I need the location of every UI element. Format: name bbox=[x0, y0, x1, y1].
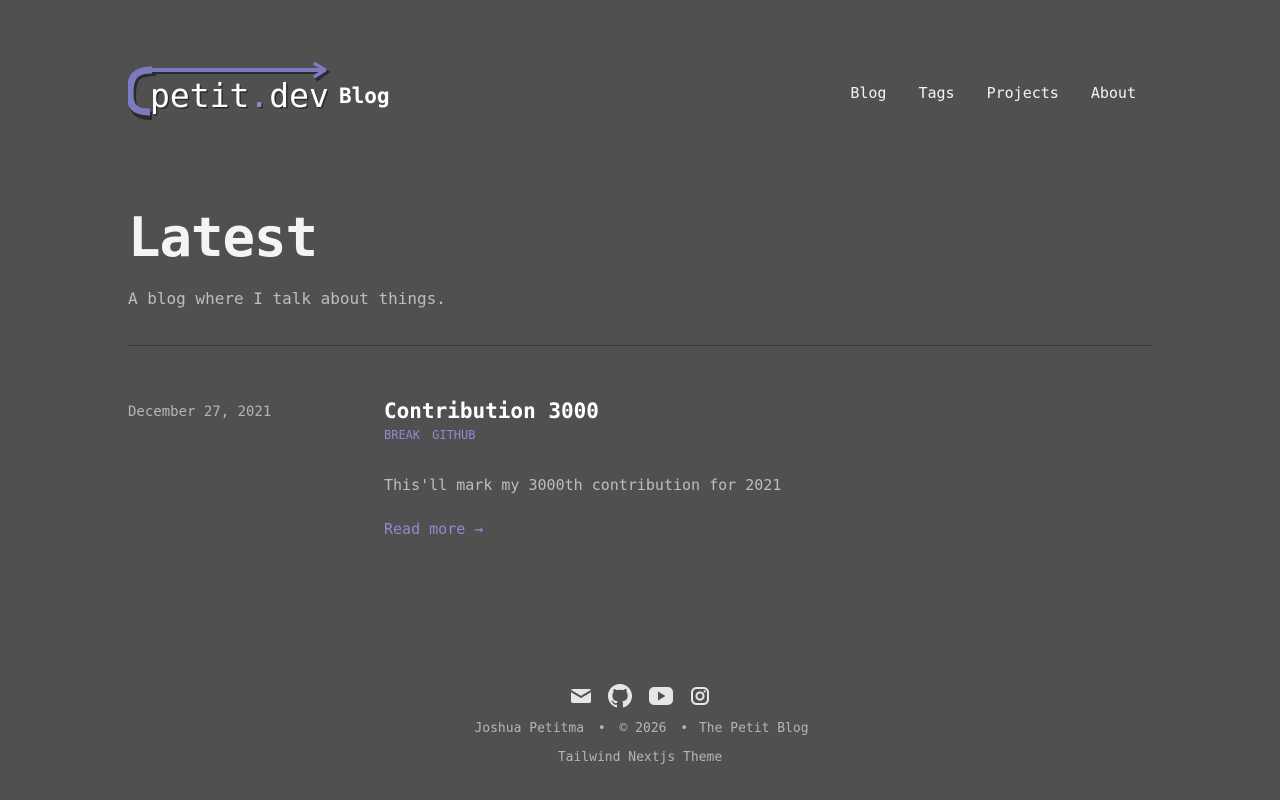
site-title[interactable]: Blog bbox=[339, 84, 390, 108]
footer-blog-link[interactable]: The Petit Blog bbox=[699, 721, 809, 736]
page-subtitle: A blog where I talk about things. bbox=[128, 289, 446, 308]
logo-image: petit.dev petit.dev bbox=[128, 62, 330, 120]
footer-author: Joshua Petitma bbox=[474, 721, 585, 736]
post-date: December 27, 2021 bbox=[128, 404, 272, 420]
page: petit.dev petit.dev Blog Blog Tags Proje… bbox=[0, 0, 1280, 800]
youtube-icon[interactable] bbox=[648, 686, 674, 706]
post-body: Contribution 3000 BREAK GITHUB This'll m… bbox=[384, 396, 1152, 538]
logo-link[interactable]: petit.dev petit.dev bbox=[128, 62, 330, 120]
post-title-link[interactable]: Contribution 3000 bbox=[384, 396, 1152, 426]
social-links bbox=[0, 683, 1280, 709]
hero: Latest A blog where I talk about things. bbox=[128, 205, 1152, 308]
post-summary: This'll mark my 3000th contribution for … bbox=[384, 476, 782, 494]
footer-separator: • bbox=[680, 721, 689, 736]
nav-link-tags[interactable]: Tags bbox=[918, 84, 954, 102]
page-title: Latest bbox=[128, 206, 318, 269]
instagram-icon[interactable] bbox=[690, 686, 710, 706]
tag-github[interactable]: GITHUB bbox=[432, 428, 475, 442]
site-footer: Joshua Petitma • © 2026 • The Petit Blog… bbox=[0, 683, 1280, 765]
theme-link[interactable]: Tailwind Nextjs Theme bbox=[0, 750, 1280, 765]
divider bbox=[128, 345, 1152, 346]
footer-copyright: © 2026 bbox=[619, 721, 667, 736]
footer-separator: • bbox=[597, 721, 606, 736]
site-header: petit.dev petit.dev Blog Blog Tags Proje… bbox=[128, 62, 1152, 122]
nav-link-about[interactable]: About bbox=[1091, 84, 1136, 102]
read-more-link[interactable]: Read more → bbox=[384, 520, 483, 538]
mail-icon[interactable] bbox=[570, 687, 592, 705]
github-icon[interactable] bbox=[608, 684, 632, 708]
post-tags: BREAK GITHUB bbox=[384, 428, 1152, 442]
nav-link-blog[interactable]: Blog bbox=[850, 84, 886, 102]
footer-credits: Joshua Petitma • © 2026 • The Petit Blog bbox=[0, 721, 1280, 736]
nav-link-projects[interactable]: Projects bbox=[987, 84, 1059, 102]
logo-text-front: petit.dev bbox=[150, 76, 329, 115]
main-nav: Blog Tags Projects About bbox=[818, 84, 1136, 102]
tag-break[interactable]: BREAK bbox=[384, 428, 420, 442]
